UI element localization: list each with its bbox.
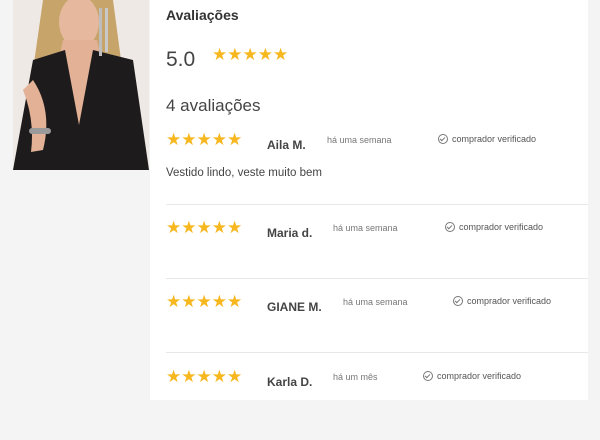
divider xyxy=(166,278,588,279)
check-circle-icon xyxy=(438,134,448,144)
product-photo-illustration xyxy=(13,0,149,170)
average-score: 5.0 xyxy=(166,48,196,71)
review-item: ★★★★★ Maria d. há uma semana comprador v… xyxy=(166,219,588,291)
reviews-panel: Avaliações 5.0 ★★★★★ 4 avaliações ★★★★★ … xyxy=(150,0,588,400)
review-item: ★★★★★ Aila M. há uma semana comprador ve… xyxy=(166,131,588,203)
review-stars: ★★★★★ xyxy=(166,292,243,311)
reviewer-name: Aila M. xyxy=(267,138,306,152)
check-circle-icon xyxy=(423,371,433,381)
verified-label: comprador verificado xyxy=(452,134,537,144)
review-stars: ★★★★★ xyxy=(166,130,243,149)
divider xyxy=(166,352,588,353)
verified-badge: comprador verificado xyxy=(423,371,521,381)
review-time: há uma semana xyxy=(327,135,392,145)
reviews-title: Avaliações xyxy=(166,7,239,23)
reviews-count: 4 avaliações xyxy=(166,96,261,115)
verified-label: comprador verificado xyxy=(437,371,522,381)
review-text: Vestido lindo, veste muito bem xyxy=(166,167,322,179)
divider xyxy=(166,204,588,205)
verified-label: comprador verificado xyxy=(467,296,552,306)
check-circle-icon xyxy=(453,296,463,306)
review-item: ★★★★★ Karla D. há um mês comprador verif… xyxy=(166,368,588,440)
review-stars: ★★★★★ xyxy=(166,367,243,386)
review-time: há uma semana xyxy=(333,223,398,233)
review-item: ★★★★★ GIANE M. há uma semana comprador v… xyxy=(166,293,588,365)
reviewer-name: Maria d. xyxy=(267,226,313,240)
review-time: há um mês xyxy=(333,372,378,382)
reviewer-name: Karla D. xyxy=(267,375,313,389)
product-photo xyxy=(13,0,149,170)
verified-badge: comprador verificado xyxy=(438,134,536,144)
average-rating-stars: ★★★★★ xyxy=(212,45,289,64)
verified-badge: comprador verificado xyxy=(453,296,551,306)
verified-badge: comprador verificado xyxy=(445,222,543,232)
check-circle-icon xyxy=(445,222,455,232)
review-time: há uma semana xyxy=(343,297,408,307)
review-stars: ★★★★★ xyxy=(166,218,243,237)
reviewer-name: GIANE M. xyxy=(267,300,322,314)
verified-label: comprador verificado xyxy=(459,222,544,232)
